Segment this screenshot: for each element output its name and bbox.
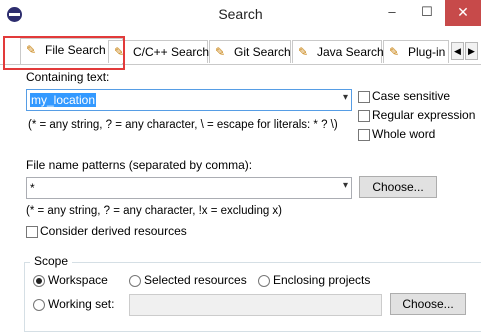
enclosing-projects-radio[interactable]	[258, 275, 270, 287]
search-flashlight-icon: ✎	[298, 45, 309, 59]
workspace-radio[interactable]	[33, 275, 45, 287]
chevron-down-icon[interactable]: ▾	[343, 180, 348, 191]
search-flashlight-icon: ✎	[215, 45, 226, 59]
tab-java-search[interactable]: ✎ Java Search	[292, 40, 384, 63]
whole-word-checkbox[interactable]	[358, 129, 370, 141]
file-name-patterns-combo[interactable]: * ▾	[26, 177, 352, 199]
case-sensitive-label[interactable]: Case sensitive	[372, 89, 450, 103]
file-name-patterns-label: File name patterns (separated by comma):	[26, 158, 253, 172]
tab-scroll-left-button[interactable]: ◀	[451, 42, 464, 60]
maximize-button[interactable]: ☐	[412, 0, 442, 26]
consider-derived-checkbox[interactable]	[26, 226, 38, 238]
tab-git-search[interactable]: ✎ Git Search	[209, 40, 291, 63]
case-sensitive-checkbox[interactable]	[358, 91, 370, 103]
file-name-patterns-value[interactable]: *	[30, 181, 35, 195]
chevron-down-icon[interactable]: ▾	[343, 92, 348, 103]
window-title: Search	[218, 6, 263, 22]
tab-label: C/C++ Search	[133, 45, 210, 59]
containing-text-combo[interactable]: my_location ▾	[26, 89, 352, 111]
consider-derived-label[interactable]: Consider derived resources	[40, 224, 187, 238]
enclosing-projects-label[interactable]: Enclosing projects	[273, 273, 370, 287]
regular-expression-label[interactable]: Regular expression	[372, 108, 475, 122]
scope-label: Scope	[30, 254, 73, 268]
title-bar: Search – ☐ ✕	[0, 0, 481, 30]
choose-file-patterns-button[interactable]: Choose...	[359, 176, 437, 198]
working-set-label[interactable]: Working set:	[48, 297, 114, 311]
selected-resources-label[interactable]: Selected resources	[144, 273, 247, 287]
workspace-label[interactable]: Workspace	[48, 273, 108, 287]
tab-label: Java Search	[317, 45, 384, 59]
containing-text-label: Containing text:	[26, 70, 110, 84]
working-set-field	[129, 294, 382, 316]
tab-plugin-search[interactable]: ✎ Plug-in	[383, 40, 449, 63]
containing-text-hint: (* = any string, ? = any character, \ = …	[28, 119, 338, 131]
choose-working-set-button[interactable]: Choose...	[390, 293, 466, 315]
tab-label: Git Search	[234, 45, 291, 59]
tab-label: Plug-in	[408, 45, 446, 59]
working-set-radio[interactable]	[33, 299, 45, 311]
search-flashlight-icon: ✎	[389, 45, 400, 59]
close-button[interactable]: ✕	[445, 0, 481, 26]
file-name-patterns-hint: (* = any string, ? = any character, !x =…	[26, 205, 283, 217]
minimize-button[interactable]: –	[377, 0, 407, 26]
regular-expression-checkbox[interactable]	[358, 110, 370, 122]
highlight-box	[3, 36, 125, 70]
tab-scroll-right-button[interactable]: ▶	[465, 42, 478, 60]
whole-word-label[interactable]: Whole word	[372, 127, 435, 141]
selected-resources-radio[interactable]	[129, 275, 141, 287]
containing-text-value[interactable]: my_location	[30, 93, 97, 107]
